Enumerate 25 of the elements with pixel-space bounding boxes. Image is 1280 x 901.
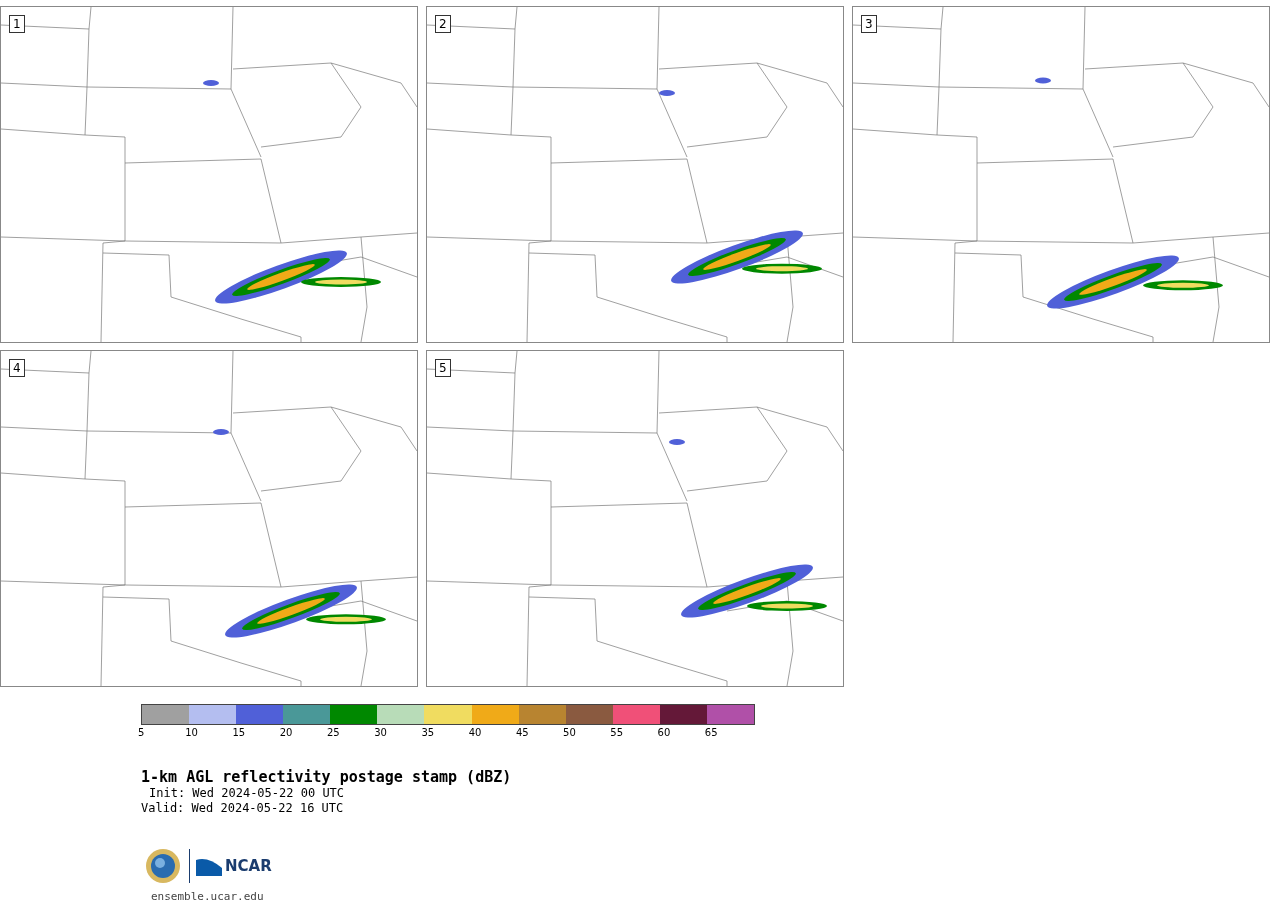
panel-number: 4 [9,359,25,377]
tick-label: 10 [185,727,199,738]
panel-number: 2 [435,15,451,33]
tick-label: 50 [563,727,577,738]
tick-label: 15 [232,727,247,738]
tick-label: 5 [138,727,146,738]
wave-icon [196,856,222,876]
seal-icon [145,848,181,884]
website-url: ensemble.ucar.edu [151,890,264,901]
chart-title: 1-km AGL reflectivity postage stamp (dBZ) [141,768,513,786]
tick-label: 55 [610,727,625,738]
tick-label: 30 [374,727,388,738]
tick-label: 65 [704,727,719,738]
tick-label: 45 [515,727,530,738]
logo-text: NCAR [225,857,272,875]
panel-number: 5 [435,359,451,377]
init-time: Init: Wed 2024-05-22 00 UTC [148,786,346,801]
panel-number: 3 [861,15,877,33]
tick-label: 60 [657,727,672,738]
valid-time: Valid: Wed 2024-05-22 16 UTC [141,801,345,816]
tick-label: 25 [326,727,341,738]
tick-label: 20 [279,727,294,738]
tick-label: 40 [468,727,483,738]
panel-number: 1 [9,15,25,33]
tick-label: 35 [421,727,436,738]
